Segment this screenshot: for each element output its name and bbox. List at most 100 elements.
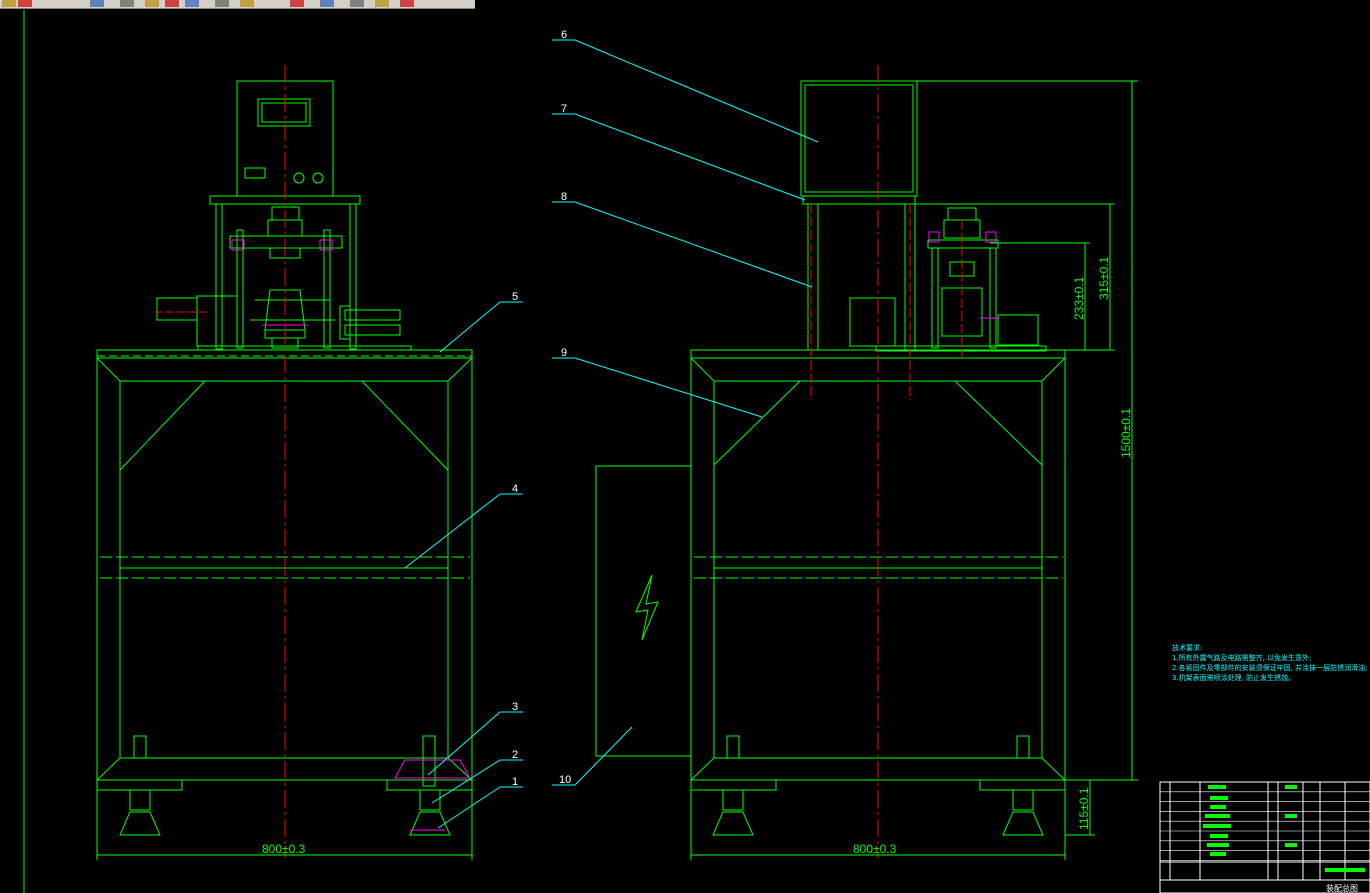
tb-mark-6 (1210, 834, 1228, 838)
side-control-box (800, 80, 918, 197)
side-corner-br (1041, 757, 1066, 781)
lightning-icon (635, 574, 659, 641)
side-cylinder-body (849, 297, 896, 347)
side-highlight (928, 231, 1000, 319)
balloon-5: 5 (512, 291, 518, 303)
leaders (404, 39, 819, 829)
tb-mark-2 (1210, 796, 1228, 800)
side-corner-bl (690, 757, 715, 781)
front-frame-inner (119, 380, 449, 759)
side-guide-right (989, 247, 997, 349)
title-block-drawing-name: 装配总图 (1326, 883, 1358, 893)
side-cylinder-right-upper (344, 309, 401, 321)
dim-side-width: 800±0.3 (853, 842, 897, 856)
side-cylinder-left (156, 297, 198, 321)
side-foot-stem-left (722, 789, 744, 811)
title-block-frame (1159, 781, 1370, 893)
side-foot-plate-left (690, 779, 777, 791)
leader-3 (427, 711, 501, 776)
tb-mark-4 (1205, 814, 1230, 818)
control-knob-right (312, 172, 324, 184)
dim-front-width: 800±0.3 (262, 842, 306, 856)
front-hatch (231, 239, 471, 831)
front-foot-plate-right (386, 779, 473, 791)
dim-press-height: 233±0.1 (1072, 276, 1086, 320)
leader-5 (439, 301, 501, 353)
leader-9 (574, 357, 763, 418)
side-corner-tr (1041, 357, 1066, 382)
balloon-2: 2 (512, 749, 518, 761)
balloon-4: 4 (512, 483, 518, 495)
tb-mark-10 (1285, 814, 1297, 818)
side-foot-pad-right (1002, 811, 1044, 836)
side-guide-left (931, 247, 939, 349)
balloon-labels: 6 7 8 9 10 5 4 3 2 1 (512, 29, 571, 788)
balloon-7: 7 (561, 103, 567, 115)
notes-line-3: 3.机架表面需喷涂处理, 防止发生锈蚀。 (1172, 674, 1296, 682)
dimensions (96, 80, 1138, 860)
front-corner-tr (447, 357, 473, 382)
side-cylinder-right-lower (344, 324, 401, 336)
front-foot-stem-left (129, 789, 151, 811)
side-brace-right (954, 380, 1043, 466)
balloon-1: 1 (512, 776, 518, 788)
front-corner-tl (96, 357, 121, 382)
front-foot-plate-left (96, 779, 183, 791)
front-foot-pad-left (119, 811, 161, 836)
technical-notes: 技术要求: 1.所有外露气路及电路需整齐, 以免发生意外; 2.各紧固件及零部件… (1172, 643, 1368, 683)
balloon-3: 3 (512, 701, 518, 713)
front-bed-plate (197, 345, 412, 351)
front-corner-bl (96, 757, 121, 781)
control-display-inner (261, 102, 307, 123)
side-corner-tl (690, 357, 715, 382)
title-block (1159, 781, 1370, 893)
side-cylinder-left-body (196, 295, 238, 347)
side-view (595, 80, 1066, 836)
front-column-left (215, 203, 223, 350)
notes-line-2: 2.各紧固件及零部件的安装须保证牢固, 并涂抹一层防锈润滑油; (1172, 664, 1368, 672)
side-brace-left (713, 380, 801, 466)
side-control-box-inner (804, 84, 914, 193)
tb-mark-7 (1207, 843, 1229, 847)
leader-6 (574, 39, 819, 143)
tb-mark-12 (1325, 868, 1365, 872)
side-post-right (1016, 735, 1030, 759)
balloon-6: 6 (561, 29, 567, 41)
dim-total-height: 1500±0.1 (1119, 408, 1133, 458)
balloon-9: 9 (561, 347, 567, 359)
front-column-right (349, 203, 357, 350)
leader-2 (431, 759, 501, 804)
notes-line-1: 1.所有外露气路及电路需整齐, 以免发生意外; (1172, 654, 1312, 662)
side-post-left (726, 735, 740, 759)
side-top-plate (802, 195, 916, 205)
drawing-canvas[interactable]: 6 7 8 9 10 5 4 3 2 1 800±0.3 800±0.3 150… (0, 0, 1370, 893)
notes-title: 技术要求: (1172, 644, 1203, 652)
press-crosshead (229, 235, 343, 249)
control-knob-left (293, 172, 305, 184)
balloon-10: 10 (559, 774, 571, 786)
dim-foot-height: 115±0.1 (1077, 787, 1091, 830)
side-foot-pad-left (712, 811, 754, 836)
front-brace-left (119, 380, 206, 471)
side-clamp (997, 314, 1039, 346)
tb-mark-8 (1210, 852, 1226, 856)
side-column-left (807, 203, 819, 351)
dim-frame-height: 315±0.1 (1097, 256, 1111, 300)
side-foot-plate-right (979, 779, 1066, 791)
front-brace-right (361, 380, 449, 471)
side-press-cylinder (947, 207, 977, 221)
leader-7 (574, 113, 806, 201)
title-block-marks (1203, 785, 1365, 872)
title-block-rows (1160, 791, 1370, 861)
leader-8 (574, 201, 813, 288)
tb-mark-1 (1208, 785, 1226, 789)
front-post-left (133, 735, 147, 759)
tb-mark-3 (1210, 805, 1226, 809)
tb-mark-11 (1285, 843, 1297, 847)
side-foot-stem-right (1012, 789, 1034, 811)
tb-mark-9 (1285, 785, 1297, 789)
control-switch (244, 167, 266, 179)
tb-mark-5 (1203, 824, 1231, 828)
balloon-8: 8 (561, 191, 567, 203)
front-hatch-foot (394, 759, 471, 779)
